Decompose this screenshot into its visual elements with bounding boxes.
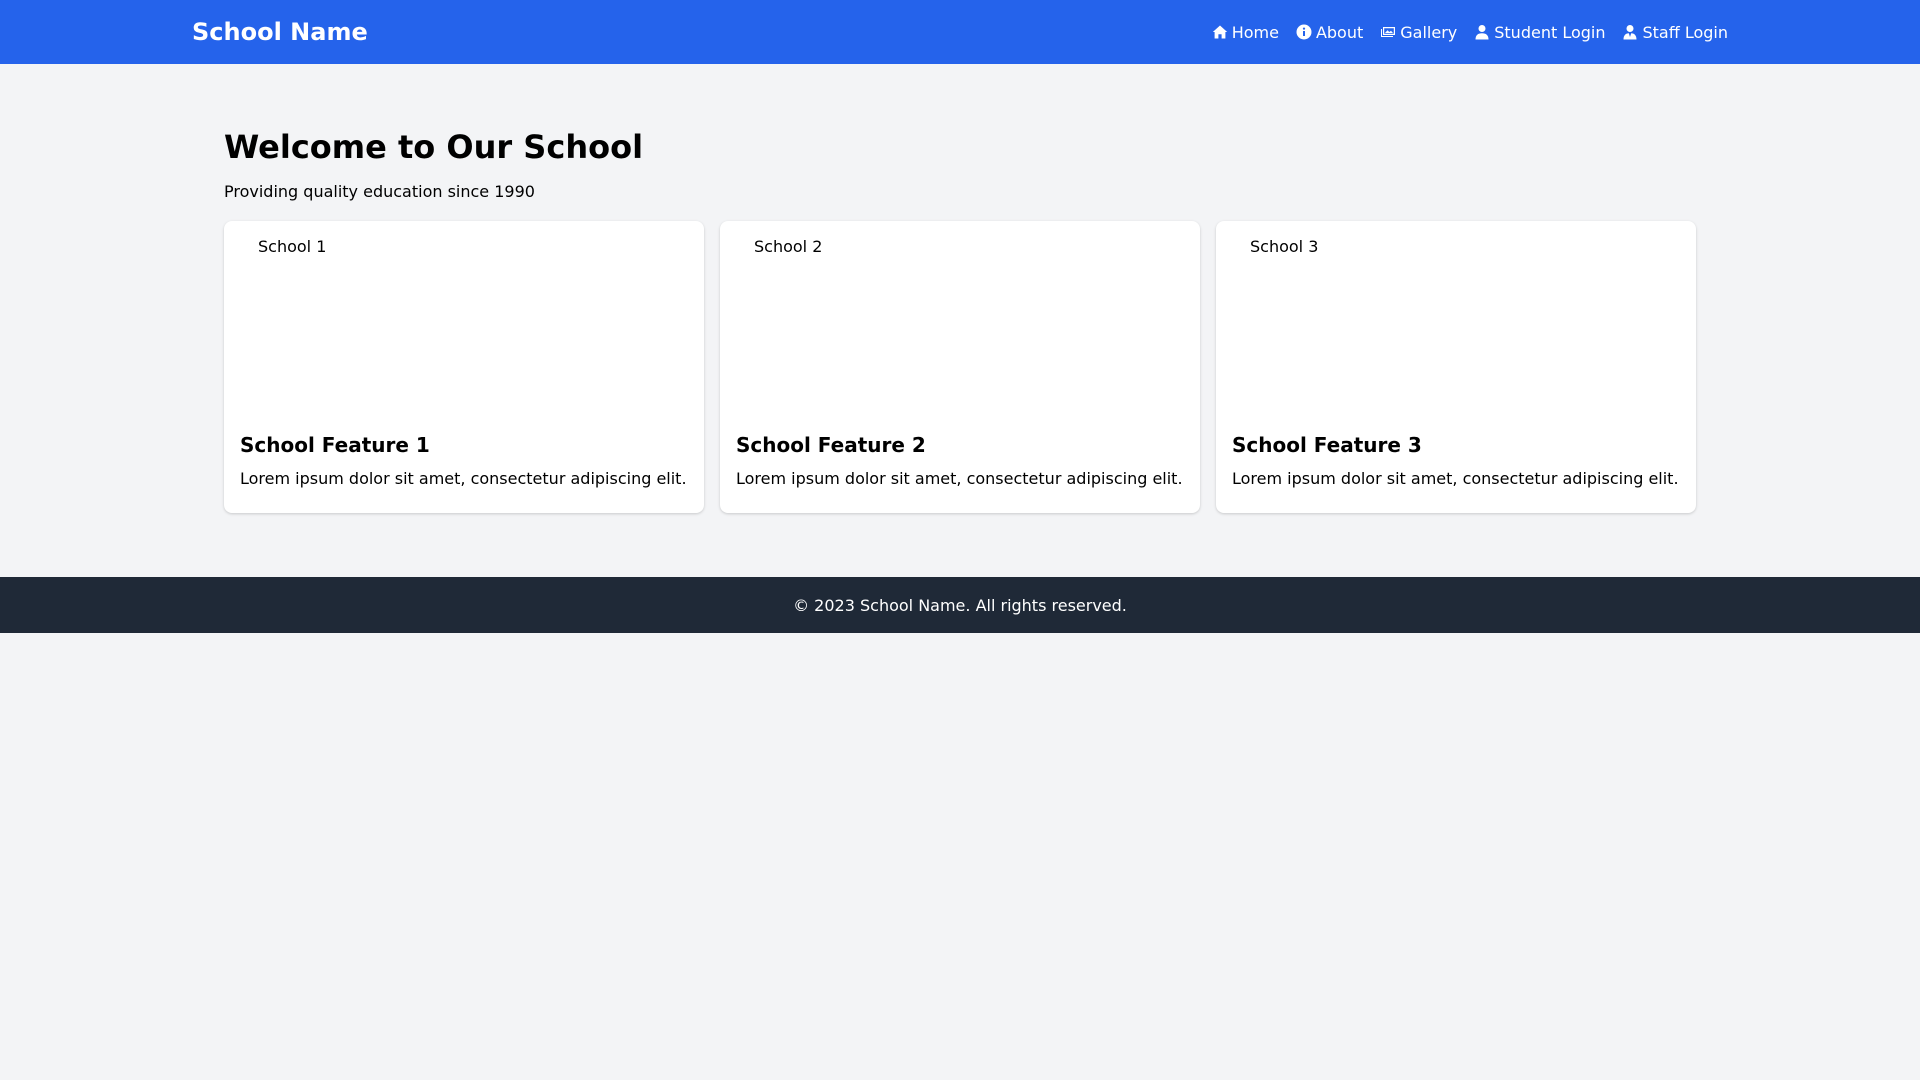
top-navbar: School Name Home About Gallery Student L…	[0, 0, 1920, 64]
site-footer: © 2023 School Name. All rights reserved.	[0, 577, 1920, 634]
info-icon	[1296, 24, 1312, 40]
card-title: School Feature 3	[1232, 433, 1422, 458]
card-title: School Feature 1	[240, 433, 430, 458]
broken-image-icon	[1232, 239, 1248, 255]
card-text: Lorem ipsum dolor sit amet, consectetur …	[240, 469, 687, 489]
nav-gallery-label: Gallery	[1400, 22, 1458, 42]
card-text: Lorem ipsum dolor sit amet, consectetur …	[736, 469, 1183, 489]
images-icon	[1380, 24, 1396, 40]
card-text: Lorem ipsum dolor sit amet, consectetur …	[1232, 469, 1679, 489]
nav-home-link[interactable]: Home	[1212, 23, 1279, 42]
nav-student-login-label: Student Login	[1494, 22, 1606, 42]
nav-gallery-link[interactable]: Gallery	[1380, 23, 1457, 42]
feature-card: School 1 School Feature 1 Lorem ipsum do…	[224, 221, 704, 514]
user-tie-icon	[1622, 24, 1638, 40]
nav-student-login-link[interactable]: Student Login	[1474, 23, 1605, 42]
feature-card: School 3 School Feature 3 Lorem ipsum do…	[1216, 221, 1696, 514]
home-icon	[1212, 24, 1228, 40]
card-image-alt: School 1	[258, 237, 327, 257]
feature-cards: School 1 School Feature 1 Lorem ipsum do…	[224, 221, 1696, 514]
page-title: Welcome to Our School	[224, 128, 644, 166]
user-icon	[1474, 24, 1490, 40]
card-image-alt: School 2	[754, 237, 823, 257]
nav-links: Home About Gallery Student Login Staff L…	[1212, 23, 1728, 42]
footer-copyright: © 2023 School Name. All rights reserved.	[793, 595, 1127, 615]
card-image-alt: School 3	[1250, 237, 1319, 257]
nav-about-link[interactable]: About	[1296, 23, 1363, 42]
card-image: School 2	[736, 237, 1184, 421]
nav-staff-login-link[interactable]: Staff Login	[1622, 23, 1728, 42]
broken-image-icon	[736, 239, 752, 255]
card-title: School Feature 2	[736, 433, 926, 458]
site-brand[interactable]: School Name	[192, 18, 368, 46]
card-image: School 1	[240, 237, 688, 421]
nav-home-label: Home	[1231, 22, 1279, 42]
card-image: School 3	[1232, 237, 1680, 421]
nav-staff-login-label: Staff Login	[1642, 22, 1728, 42]
page-subtitle: Providing quality education since 1990	[224, 182, 535, 202]
broken-image-icon	[240, 239, 256, 255]
main-content: Welcome to Our School Providing quality …	[0, 64, 1920, 577]
nav-about-label: About	[1315, 22, 1364, 42]
feature-card: School 2 School Feature 2 Lorem ipsum do…	[720, 221, 1200, 514]
